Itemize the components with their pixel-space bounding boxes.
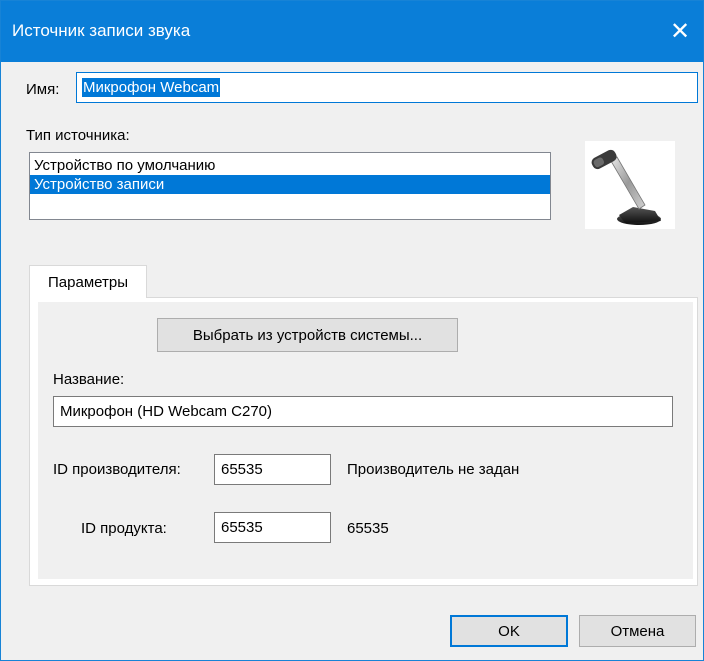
vendor-id-input[interactable]: 65535	[214, 454, 331, 485]
vendor-id-note: Производитель не задан	[347, 461, 520, 478]
select-from-system-devices-button[interactable]: Выбрать из устройств системы...	[157, 318, 458, 352]
ok-button[interactable]: OK	[450, 615, 568, 647]
select-from-system-devices-label: Выбрать из устройств системы...	[192, 326, 423, 344]
product-id-value: 65535	[221, 519, 263, 536]
cancel-button[interactable]: Отмена	[579, 615, 696, 647]
name-input-value: Микрофон Webcam	[82, 78, 221, 97]
product-id-note: 65535	[347, 520, 389, 537]
device-name-label: Название:	[53, 371, 125, 388]
tab-parameters-label: Параметры	[48, 273, 128, 291]
vendor-id-label: ID производителя:	[53, 461, 181, 478]
tab-parameters[interactable]: Параметры	[29, 265, 147, 298]
title-bar[interactable]: Источник записи звука ✕	[1, 1, 703, 62]
device-name-input[interactable]: Микрофон (HD Webcam C270)	[53, 396, 673, 427]
device-name-value: Микрофон (HD Webcam C270)	[60, 403, 273, 420]
ok-button-label: OK	[498, 622, 520, 640]
vendor-id-value: 65535	[221, 461, 263, 478]
close-icon[interactable]: ✕	[657, 1, 703, 62]
source-type-label: Тип источника:	[26, 127, 130, 144]
name-input[interactable]: Микрофон Webcam	[76, 72, 698, 103]
cancel-button-label: Отмена	[610, 622, 665, 640]
window-title: Источник записи звука	[12, 21, 191, 40]
product-id-input[interactable]: 65535	[214, 512, 331, 543]
list-item-recording-device[interactable]: Устройство записи	[30, 175, 550, 194]
source-type-listbox[interactable]: Устройство по умолчанию Устройство запис…	[29, 152, 551, 220]
list-item-default-device[interactable]: Устройство по умолчанию	[30, 156, 550, 175]
dialog-window: Источник записи звука ✕ Имя: Микрофон We…	[0, 0, 704, 661]
name-label: Имя:	[26, 81, 60, 98]
microphone-icon	[585, 141, 675, 229]
product-id-label: ID продукта:	[81, 520, 167, 537]
